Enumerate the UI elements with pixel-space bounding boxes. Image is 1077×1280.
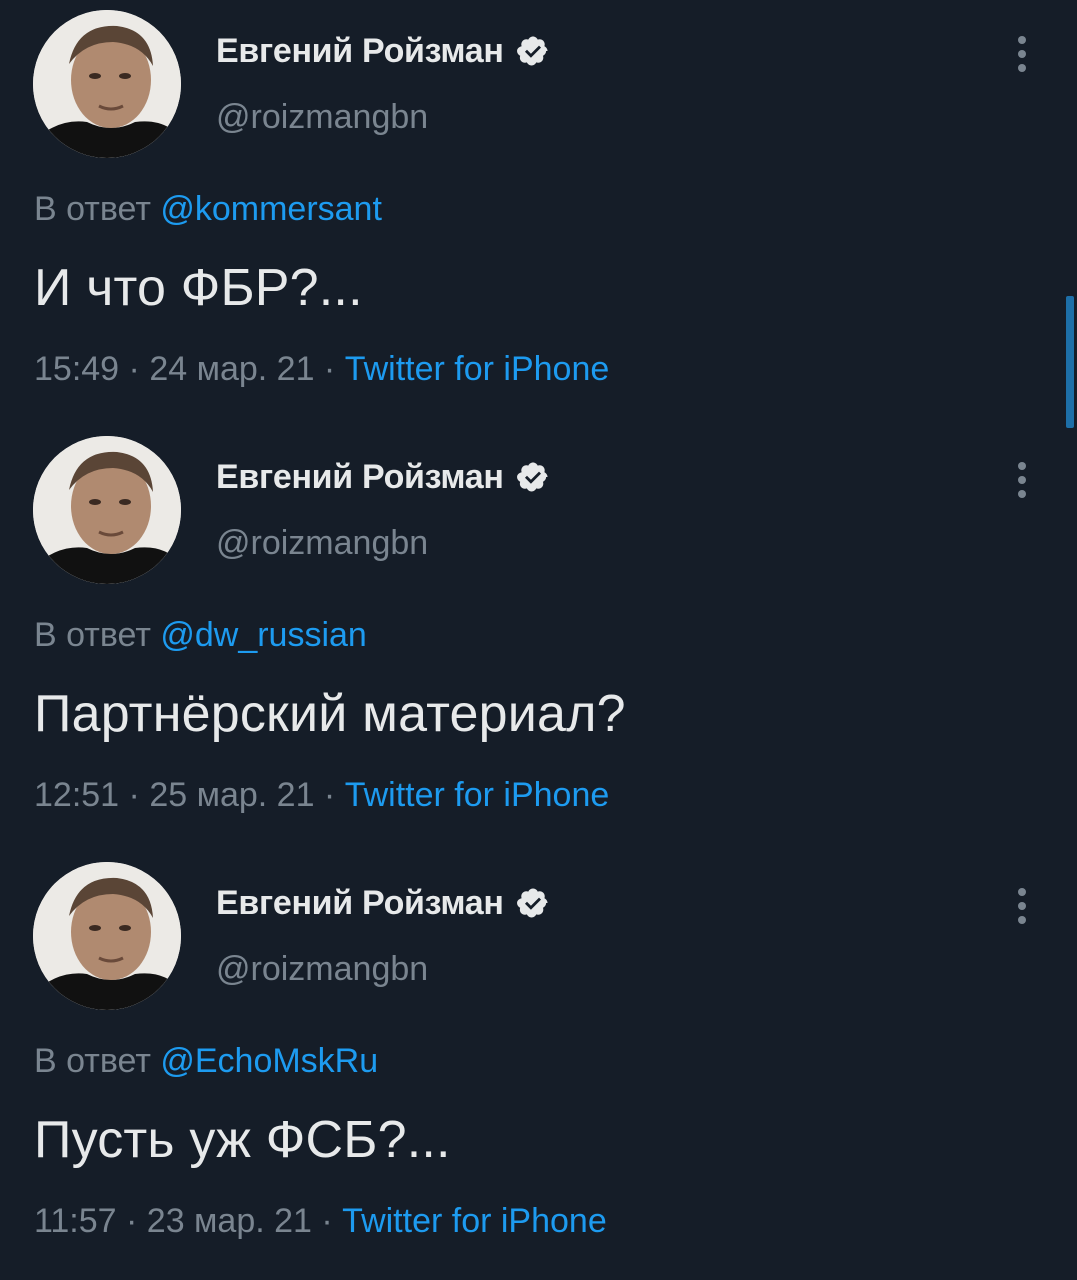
reply-mention-link[interactable]: @dw_russian [160, 616, 367, 654]
tweet-time[interactable]: 11:57 [34, 1202, 117, 1240]
tweet-source-link[interactable]: Twitter for iPhone [342, 1202, 607, 1240]
tweet-time[interactable]: 15:49 [34, 350, 119, 388]
tweet-date[interactable]: 25 мар. 21 [149, 776, 314, 814]
tweet-date[interactable]: 24 мар. 21 [149, 350, 314, 388]
avatar-image [33, 862, 181, 1010]
tweet-source-link[interactable]: Twitter for iPhone [345, 776, 610, 814]
author-handle[interactable]: @roizmangbn [216, 524, 428, 563]
author-name[interactable]: Евгений Ройзман [216, 884, 504, 923]
meta-separator: · [116, 1202, 147, 1240]
avatar-image [33, 436, 181, 584]
more-vertical-icon[interactable] [1008, 34, 1036, 74]
verified-badge-icon [516, 462, 548, 492]
reply-context: В ответ @kommersant [34, 190, 382, 229]
avatar-image [33, 10, 181, 158]
more-vertical-icon[interactable] [1008, 886, 1036, 926]
author-name-row[interactable]: Евгений Ройзман [216, 28, 550, 74]
reply-context: В ответ @EchoMskRu [34, 1042, 378, 1081]
more-vertical-icon[interactable] [1008, 460, 1036, 500]
author-name-row[interactable]: Евгений Ройзман [216, 454, 550, 500]
avatar[interactable] [33, 436, 181, 584]
tweet-time[interactable]: 12:51 [34, 776, 119, 814]
reply-context: В ответ @dw_russian [34, 616, 367, 655]
tweet[interactable]: Евгений Ройзман @roizmangbn В ответ @dw_… [0, 426, 1077, 852]
reply-prefix: В ответ [34, 616, 161, 654]
tweet-source-link[interactable]: Twitter for iPhone [345, 350, 610, 388]
verified-badge-icon [516, 36, 548, 66]
tweet-date[interactable]: 23 мар. 21 [147, 1202, 312, 1240]
scrollbar-thumb[interactable] [1066, 296, 1074, 428]
avatar[interactable] [33, 10, 181, 158]
author-handle[interactable]: @roizmangbn [216, 98, 428, 137]
tweet-text: Партнёрский материал? [34, 685, 626, 743]
reply-prefix: В ответ [34, 1042, 161, 1080]
tweet[interactable]: Евгений Ройзман @roizmangbn В ответ @Ech… [0, 852, 1077, 1278]
reply-mention-link[interactable]: @EchoMskRu [160, 1042, 378, 1080]
reply-mention-link[interactable]: @kommersant [160, 190, 382, 228]
author-name[interactable]: Евгений Ройзман [216, 32, 504, 71]
tweet-feed: Евгений Ройзман @roizmangbn В ответ @kom… [0, 0, 1077, 1280]
tweet[interactable]: Евгений Ройзман @roizmangbn В ответ @kom… [0, 0, 1077, 426]
tweet-text: И что ФБР?... [34, 259, 363, 317]
meta-separator: · [311, 1202, 343, 1240]
meta-separator: · [119, 350, 150, 388]
avatar[interactable] [33, 862, 181, 1010]
meta-separator: · [314, 350, 345, 388]
tweet-text: Пусть уж ФСБ?... [34, 1111, 451, 1169]
meta-separator: · [119, 776, 150, 814]
tweet-meta: 11:57 · 23 мар. 21 · Twitter for iPhone [34, 1202, 607, 1241]
meta-separator: · [314, 776, 345, 814]
reply-prefix: В ответ [34, 190, 161, 228]
tweet-meta: 12:51 · 25 мар. 21 · Twitter for iPhone [34, 776, 609, 815]
verified-badge-icon [516, 888, 548, 918]
author-name[interactable]: Евгений Ройзман [216, 458, 504, 497]
tweet-meta: 15:49 · 24 мар. 21 · Twitter for iPhone [34, 350, 609, 389]
author-handle[interactable]: @roizmangbn [216, 950, 428, 989]
author-name-row[interactable]: Евгений Ройзман [216, 880, 550, 926]
